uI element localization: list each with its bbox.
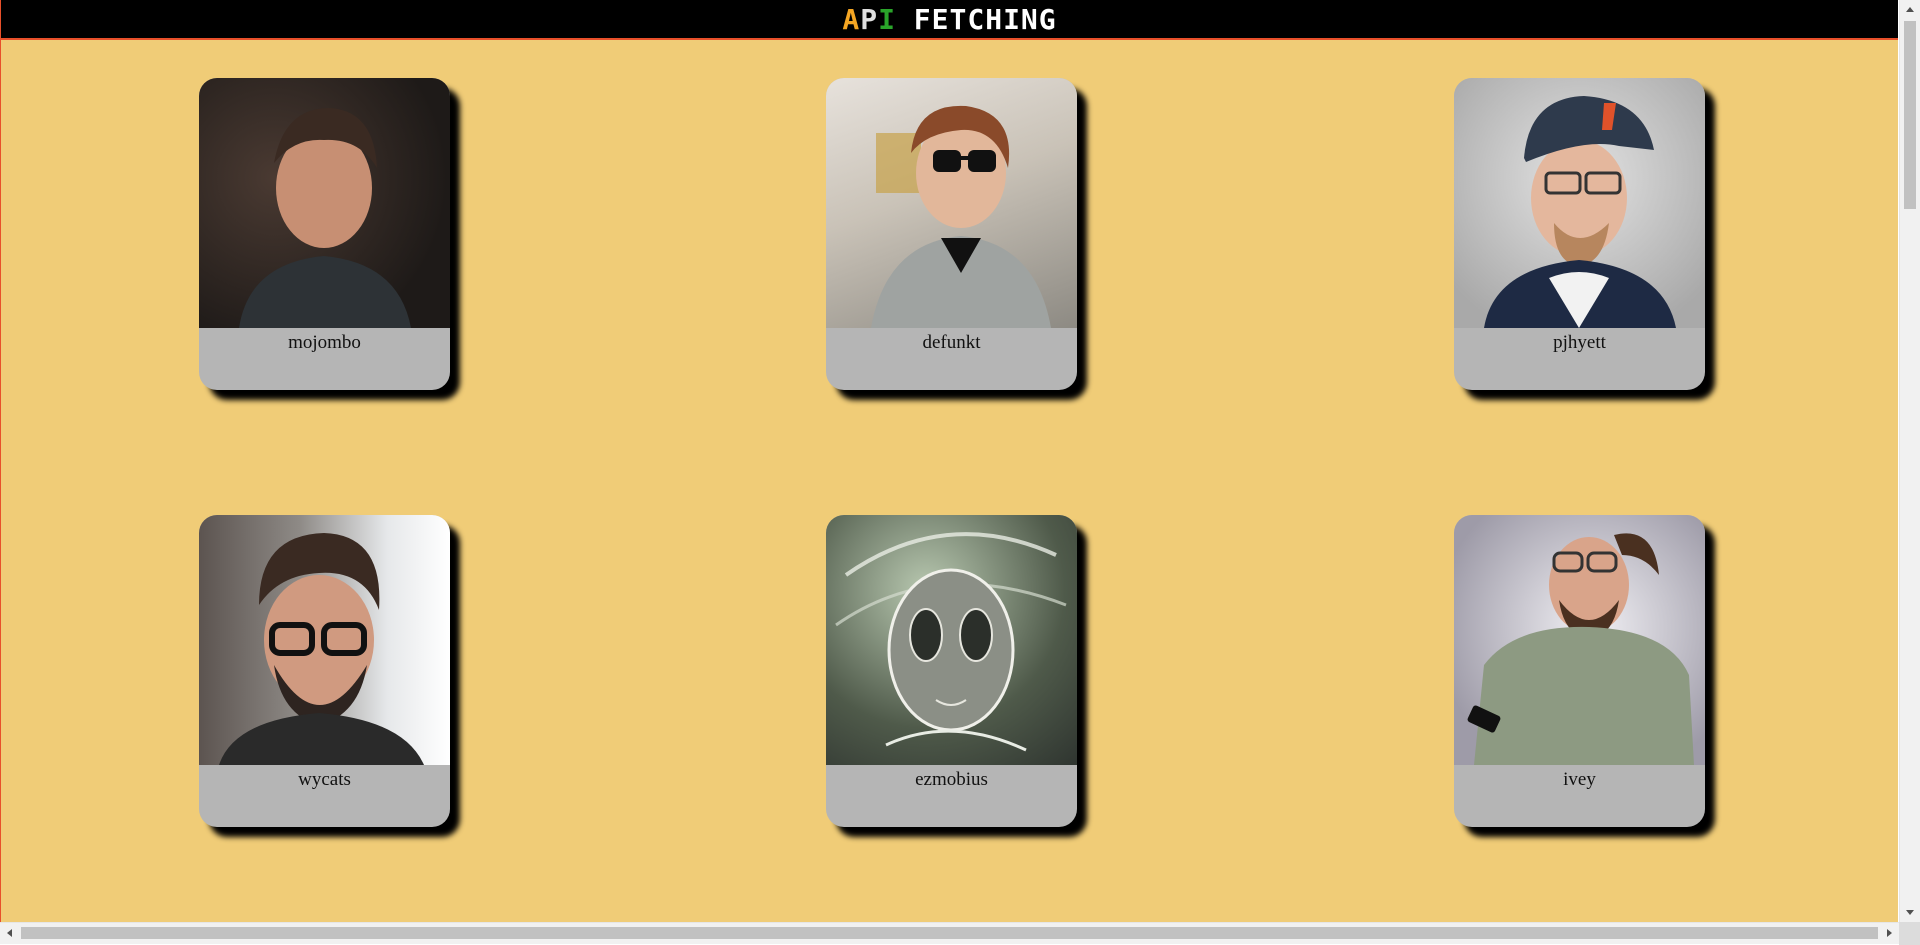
scroll-down-arrow-icon[interactable] — [1906, 910, 1914, 915]
user-login: ivey — [1563, 769, 1596, 790]
horizontal-scrollbar[interactable] — [0, 922, 1899, 944]
horizontal-scroll-thumb[interactable] — [21, 927, 1878, 939]
user-card[interactable]: ezmobius — [826, 515, 1077, 827]
vertical-scroll-thumb[interactable] — [1904, 21, 1916, 209]
avatar — [1454, 515, 1705, 765]
user-card[interactable]: wycats — [199, 515, 450, 827]
user-card[interactable]: ivey — [1454, 515, 1705, 827]
header-title-letter-a: A — [842, 2, 861, 36]
scrollbar-corner — [1899, 922, 1920, 945]
avatar — [199, 515, 450, 765]
scroll-left-arrow-icon[interactable] — [7, 929, 12, 937]
user-card[interactable]: mojombo — [199, 78, 450, 390]
user-login: mojombo — [288, 332, 361, 353]
header-title-letter-p: P — [860, 2, 879, 36]
user-login: defunkt — [922, 332, 981, 353]
user-card-grid: mojombo defunkt pjhyett wycats ezmobius … — [1, 40, 1898, 920]
page-viewport: API FETCHING mojombo defunkt pjhyett wyc… — [0, 0, 1898, 922]
user-login: wycats — [298, 769, 351, 790]
avatar — [199, 78, 450, 328]
user-card[interactable]: pjhyett — [1454, 78, 1705, 390]
user-login: ezmobius — [915, 769, 988, 790]
avatar — [1454, 78, 1705, 328]
vertical-scrollbar[interactable] — [1899, 0, 1920, 922]
avatar — [826, 78, 1077, 328]
avatar — [826, 515, 1077, 765]
header-title-letter-i: I — [878, 2, 896, 36]
user-login: pjhyett — [1553, 332, 1606, 353]
header-title-rest: FETCHING — [895, 2, 1057, 36]
page-header: API FETCHING — [1, 0, 1898, 40]
scroll-up-arrow-icon[interactable] — [1906, 7, 1914, 12]
user-card[interactable]: defunkt — [826, 78, 1077, 390]
scroll-right-arrow-icon[interactable] — [1887, 929, 1892, 937]
